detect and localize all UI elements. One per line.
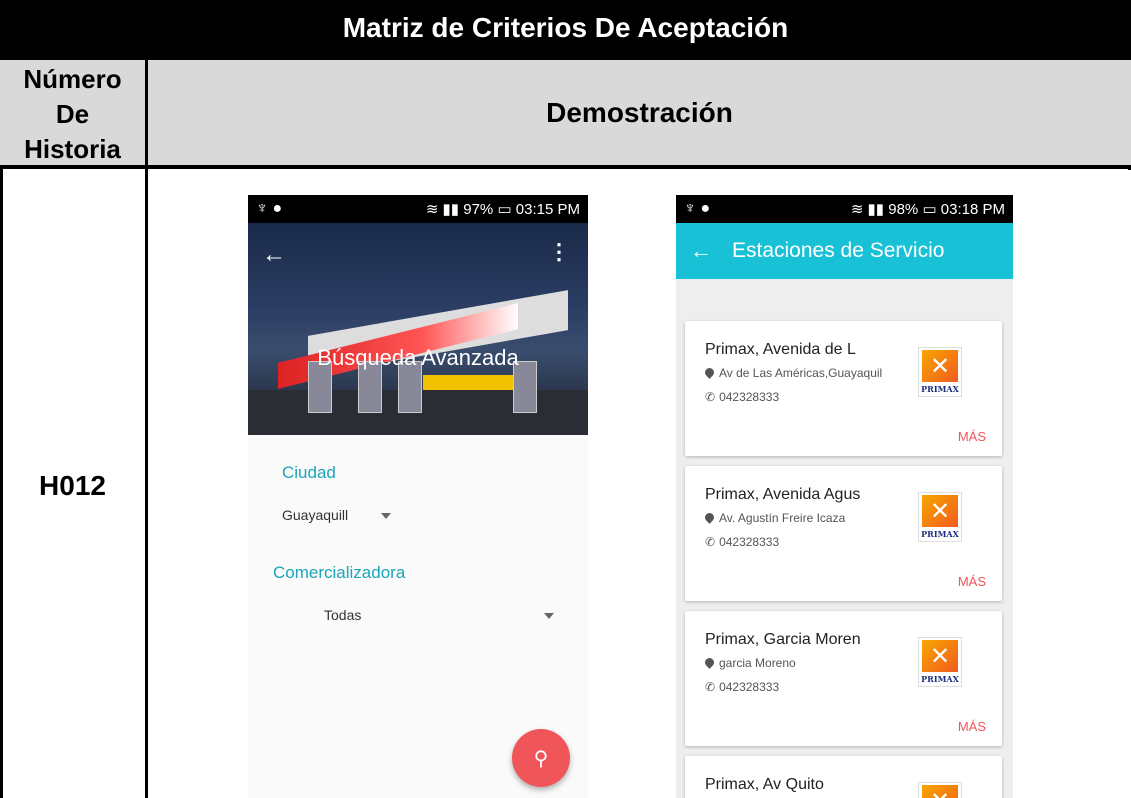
app-bar-title: Estaciones de Servicio — [732, 239, 945, 262]
wifi-signal-icon: ≋ ▮▮ — [850, 201, 889, 218]
station-name: Primax, Avenida Agus — [705, 486, 861, 503]
usb-android-icons: ♆ ● — [684, 200, 711, 217]
company-label: Comercializadora — [273, 563, 406, 582]
station-card[interactable]: Primax, Av Quito — [685, 756, 1002, 798]
wifi-signal-icon: ≋ ▮▮ — [425, 201, 464, 218]
station-address: garcia Moreno — [703, 656, 796, 670]
station-name: Primax, Garcia Moren — [705, 631, 861, 648]
logo-text: PRIMAX — [921, 529, 959, 539]
station-phone-text: 042328333 — [719, 390, 780, 404]
primax-logo — [918, 782, 962, 798]
battery-percent: 98% — [888, 201, 919, 218]
acceptance-matrix-document: Matriz de Criterios De Aceptación Número… — [0, 0, 1131, 798]
status-right: ≋ ▮▮ 97% ▭ 03:15 PM — [426, 200, 580, 218]
station-address-text: garcia Moreno — [719, 656, 796, 670]
advanced-search-screenshot: ♆ ● ≋ ▮▮ 97% ▭ 03:15 PM ← ⋮ Búsqueda Ava… — [248, 195, 588, 798]
station-name: Primax, Avenida de L — [705, 341, 856, 358]
header-demonstration: Demostración — [148, 60, 1131, 165]
station-card[interactable]: Primax, Avenida de L Av de Las Américas,… — [685, 321, 1002, 456]
hero-title: Búsqueda Avanzada — [317, 345, 519, 370]
usb-android-icons: ♆ ● — [256, 200, 283, 217]
status-time: 03:18 PM — [940, 201, 1005, 218]
station-phone: ✆ 042328333 — [705, 390, 779, 404]
city-dropdown-value[interactable]: Guayaquill — [282, 507, 348, 523]
station-address-text: Av. Agustín Freire Icaza — [719, 511, 846, 525]
station-name: Primax, Av Quito — [705, 776, 824, 793]
more-button[interactable]: MÁS — [958, 719, 986, 734]
battery-icon: ▭ — [497, 201, 516, 218]
location-pin-icon — [703, 366, 716, 379]
document-title: Matriz de Criterios De Aceptación — [0, 0, 1131, 56]
overflow-menu-icon[interactable]: ⋮ — [548, 239, 570, 265]
service-stations-screenshot: ♆ ● ≋ ▮▮ 98% ▭ 03:18 PM ← Estaciones de … — [676, 195, 1013, 798]
city-dropdown-caret-icon[interactable] — [381, 513, 391, 519]
primax-logo: PRIMAX — [918, 492, 962, 542]
station-phone: ✆ 042328333 — [705, 680, 779, 694]
station-address: Av. Agustín Freire Icaza — [703, 511, 846, 525]
primax-logo: PRIMAX — [918, 637, 962, 687]
battery-icon: ▭ — [922, 201, 941, 218]
status-bar: ♆ ● ≋ ▮▮ 97% ▭ 03:15 PM — [248, 195, 588, 223]
status-bar: ♆ ● ≋ ▮▮ 98% ▭ 03:18 PM — [676, 195, 1013, 223]
location-pin-icon — [703, 656, 716, 669]
phone-icon: ✆ — [705, 390, 716, 404]
gas-station-hero-image: ← ⋮ Búsqueda Avanzada — [248, 223, 588, 435]
station-phone-text: 042328333 — [719, 535, 780, 549]
status-time: 03:15 PM — [515, 201, 580, 218]
more-button[interactable]: MÁS — [958, 429, 986, 444]
station-phone: ✆ 042328333 — [705, 535, 779, 549]
logo-text: PRIMAX — [921, 674, 959, 684]
station-address-text: Av de Las Américas,Guayaquil — [719, 366, 883, 380]
story-id: H012 — [39, 470, 106, 501]
table-row-divider — [0, 165, 1131, 169]
station-address: Av de Las Américas,Guayaquil — [703, 366, 883, 380]
header-story-number-text: Número De Historia — [23, 64, 122, 164]
back-arrow-icon[interactable]: ← — [690, 238, 712, 264]
company-dropdown-value[interactable]: Todas — [324, 607, 361, 623]
company-dropdown-caret-icon[interactable] — [544, 613, 554, 619]
station-card[interactable]: Primax, Avenida Agus Av. Agustín Freire … — [685, 466, 1002, 601]
header-story-number: Número De Historia — [0, 60, 145, 165]
station-card[interactable]: Primax, Garcia Moren garcia Moreno ✆ 0423… — [685, 611, 1002, 746]
battery-percent: 97% — [463, 201, 494, 218]
location-pin-icon — [703, 511, 716, 524]
search-fab-button[interactable]: ⚲ — [512, 729, 570, 787]
search-icon: ⚲ — [533, 747, 549, 770]
city-label: Ciudad — [282, 463, 336, 482]
station-phone-text: 042328333 — [719, 680, 780, 694]
phone-icon: ✆ — [705, 535, 716, 549]
more-button[interactable]: MÁS — [958, 574, 986, 589]
phone-icon: ✆ — [705, 680, 716, 694]
status-right: ≋ ▮▮ 98% ▭ 03:18 PM — [851, 200, 1005, 218]
logo-text: PRIMAX — [921, 384, 959, 394]
back-arrow-icon[interactable]: ← — [262, 241, 286, 269]
app-bar: ← Estaciones de Servicio — [676, 223, 1013, 279]
primax-logo: PRIMAX — [918, 347, 962, 397]
